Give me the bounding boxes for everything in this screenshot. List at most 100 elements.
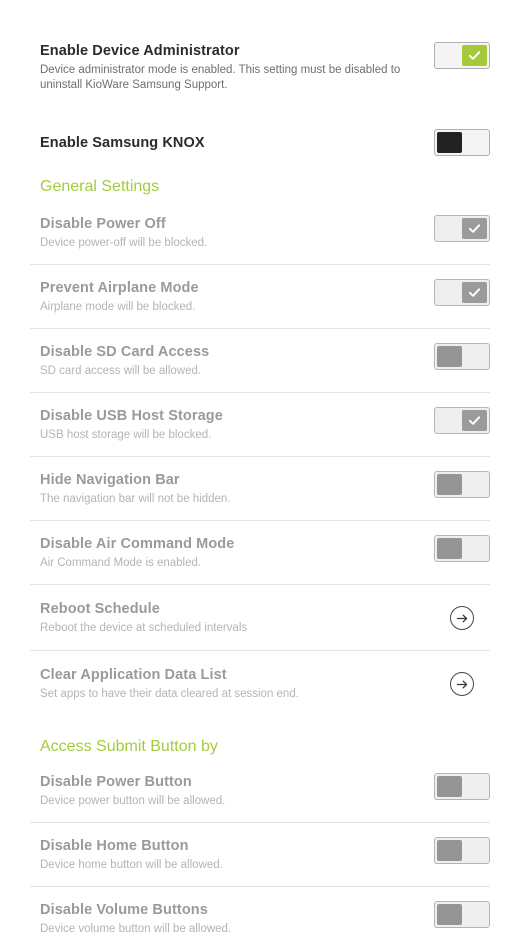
toggle-knob xyxy=(437,840,462,861)
row-text: Disable Home Button Device home button w… xyxy=(40,837,434,873)
toggle-knob xyxy=(437,346,462,367)
gap xyxy=(0,156,518,177)
setting-title: Enable Device Administrator xyxy=(40,43,240,59)
row-enable-device-administrator[interactable]: Enable Device Administrator Device admin… xyxy=(0,42,518,107)
row-text: Enable Device Administrator Device admin… xyxy=(40,42,434,93)
row-control xyxy=(434,215,490,242)
row-text: Disable Power Off Device power-off will … xyxy=(40,215,434,251)
setting-title: Disable Power Off xyxy=(40,216,166,232)
row-disable-air-command-mode[interactable]: Disable Air Command Mode Air Command Mod… xyxy=(0,521,518,584)
section-header-access-submit-button-by: Access Submit Button by xyxy=(40,738,218,755)
toggle-knob xyxy=(437,538,462,559)
row-disable-home-button[interactable]: Disable Home Button Device home button w… xyxy=(0,823,518,886)
gap xyxy=(0,107,518,129)
section-header-general-settings: General Settings xyxy=(40,178,160,195)
toggle-disable-power-button[interactable] xyxy=(434,773,490,800)
row-text: Disable Air Command Mode Air Command Mod… xyxy=(40,535,434,571)
setting-title: Clear Application Data List xyxy=(40,667,227,683)
row-disable-power-button[interactable]: Disable Power Button Device power button… xyxy=(0,773,518,822)
row-control xyxy=(434,42,490,69)
setting-title: Prevent Airplane Mode xyxy=(40,280,199,296)
toggle-prevent-airplane-mode[interactable] xyxy=(434,279,490,306)
row-control xyxy=(434,773,490,800)
row-clear-application-data-list[interactable]: Clear Application Data List Set apps to … xyxy=(0,651,518,716)
row-disable-power-off[interactable]: Disable Power Off Device power-off will … xyxy=(0,215,518,264)
row-prevent-airplane-mode[interactable]: Prevent Airplane Mode Airplane mode will… xyxy=(0,265,518,328)
toggle-disable-sd-card-access[interactable] xyxy=(434,343,490,370)
checkmark-icon xyxy=(468,288,481,297)
setting-subtitle: Device home button will be allowed. xyxy=(40,859,223,871)
setting-subtitle: Reboot the device at scheduled intervals xyxy=(40,622,248,634)
setting-subtitle: Device power-off will be blocked. xyxy=(40,237,208,249)
top-spacer xyxy=(0,0,518,42)
toggle-enable-device-administrator[interactable] xyxy=(434,42,490,69)
toggle-disable-power-off[interactable] xyxy=(434,215,490,242)
setting-subtitle: Airplane mode will be blocked. xyxy=(40,301,196,313)
gap xyxy=(0,757,518,773)
setting-title: Disable USB Host Storage xyxy=(40,408,223,424)
setting-subtitle: Device administrator mode is enabled. Th… xyxy=(40,64,401,91)
row-text: Prevent Airplane Mode Airplane mode will… xyxy=(40,279,434,315)
row-control xyxy=(434,901,490,928)
setting-subtitle: Set apps to have their data cleared at s… xyxy=(40,688,299,700)
row-control xyxy=(434,837,490,864)
checkmark-icon xyxy=(468,51,481,60)
arrow-right-circle-icon[interactable] xyxy=(450,672,474,696)
row-text: Disable USB Host Storage USB host storag… xyxy=(40,407,434,443)
row-hide-navigation-bar[interactable]: Hide Navigation Bar The navigation bar w… xyxy=(0,457,518,520)
setting-subtitle: The navigation bar will not be hidden. xyxy=(40,493,231,505)
toggle-knob xyxy=(462,282,487,303)
toggle-knob xyxy=(462,410,487,431)
setting-title: Disable Power Button xyxy=(40,774,192,790)
setting-title: Disable Air Command Mode xyxy=(40,536,235,552)
row-control xyxy=(434,279,490,306)
row-control xyxy=(434,471,490,498)
checkmark-icon xyxy=(468,224,481,233)
row-reboot-schedule[interactable]: Reboot Schedule Reboot the device at sch… xyxy=(0,585,518,650)
toggle-knob xyxy=(437,904,462,925)
row-text: Disable SD Card Access SD card access wi… xyxy=(40,343,434,379)
setting-title: Disable Volume Buttons xyxy=(40,902,208,918)
row-control xyxy=(434,606,490,630)
row-control xyxy=(434,343,490,370)
gap xyxy=(0,197,518,215)
setting-title: Reboot Schedule xyxy=(40,601,160,617)
setting-title: Enable Samsung KNOX xyxy=(40,134,205,151)
gap xyxy=(0,716,518,737)
arrow-right-glyph xyxy=(456,680,467,688)
row-text: Hide Navigation Bar The navigation bar w… xyxy=(40,471,434,507)
arrow-right-glyph xyxy=(456,614,467,622)
toggle-knob xyxy=(437,132,462,153)
toggle-knob xyxy=(462,218,487,239)
row-control xyxy=(434,407,490,434)
row-disable-sd-card-access[interactable]: Disable SD Card Access SD card access wi… xyxy=(0,329,518,392)
row-control xyxy=(434,535,490,562)
toggle-hide-navigation-bar[interactable] xyxy=(434,471,490,498)
row-text: Enable Samsung KNOX xyxy=(40,134,434,152)
row-text: Disable Power Button Device power button… xyxy=(40,773,434,809)
row-control xyxy=(434,129,490,156)
toggle-disable-air-command-mode[interactable] xyxy=(434,535,490,562)
row-disable-usb-host-storage[interactable]: Disable USB Host Storage USB host storag… xyxy=(0,393,518,456)
row-text: Clear Application Data List Set apps to … xyxy=(40,666,434,702)
toggle-disable-home-button[interactable] xyxy=(434,837,490,864)
setting-title: Hide Navigation Bar xyxy=(40,472,180,488)
setting-title: Disable Home Button xyxy=(40,838,189,854)
toggle-disable-volume-buttons[interactable] xyxy=(434,901,490,928)
setting-subtitle: USB host storage will be blocked. xyxy=(40,429,212,441)
toggle-knob xyxy=(437,776,462,797)
row-enable-samsung-knox[interactable]: Enable Samsung KNOX xyxy=(0,129,518,156)
toggle-enable-samsung-knox[interactable] xyxy=(434,129,490,156)
setting-subtitle: SD card access will be allowed. xyxy=(40,365,202,377)
row-control xyxy=(434,672,490,696)
toggle-disable-usb-host-storage[interactable] xyxy=(434,407,490,434)
row-text: Reboot Schedule Reboot the device at sch… xyxy=(40,600,434,636)
setting-title: Disable SD Card Access xyxy=(40,344,210,360)
settings-screen: Enable Device Administrator Device admin… xyxy=(0,0,518,935)
row-disable-volume-buttons[interactable]: Disable Volume Buttons Device volume but… xyxy=(0,887,518,950)
toggle-knob xyxy=(437,474,462,495)
row-text: Disable Volume Buttons Device volume but… xyxy=(40,901,434,937)
toggle-knob xyxy=(462,45,487,66)
setting-subtitle: Device power button will be allowed. xyxy=(40,795,226,807)
arrow-right-circle-icon[interactable] xyxy=(450,606,474,630)
